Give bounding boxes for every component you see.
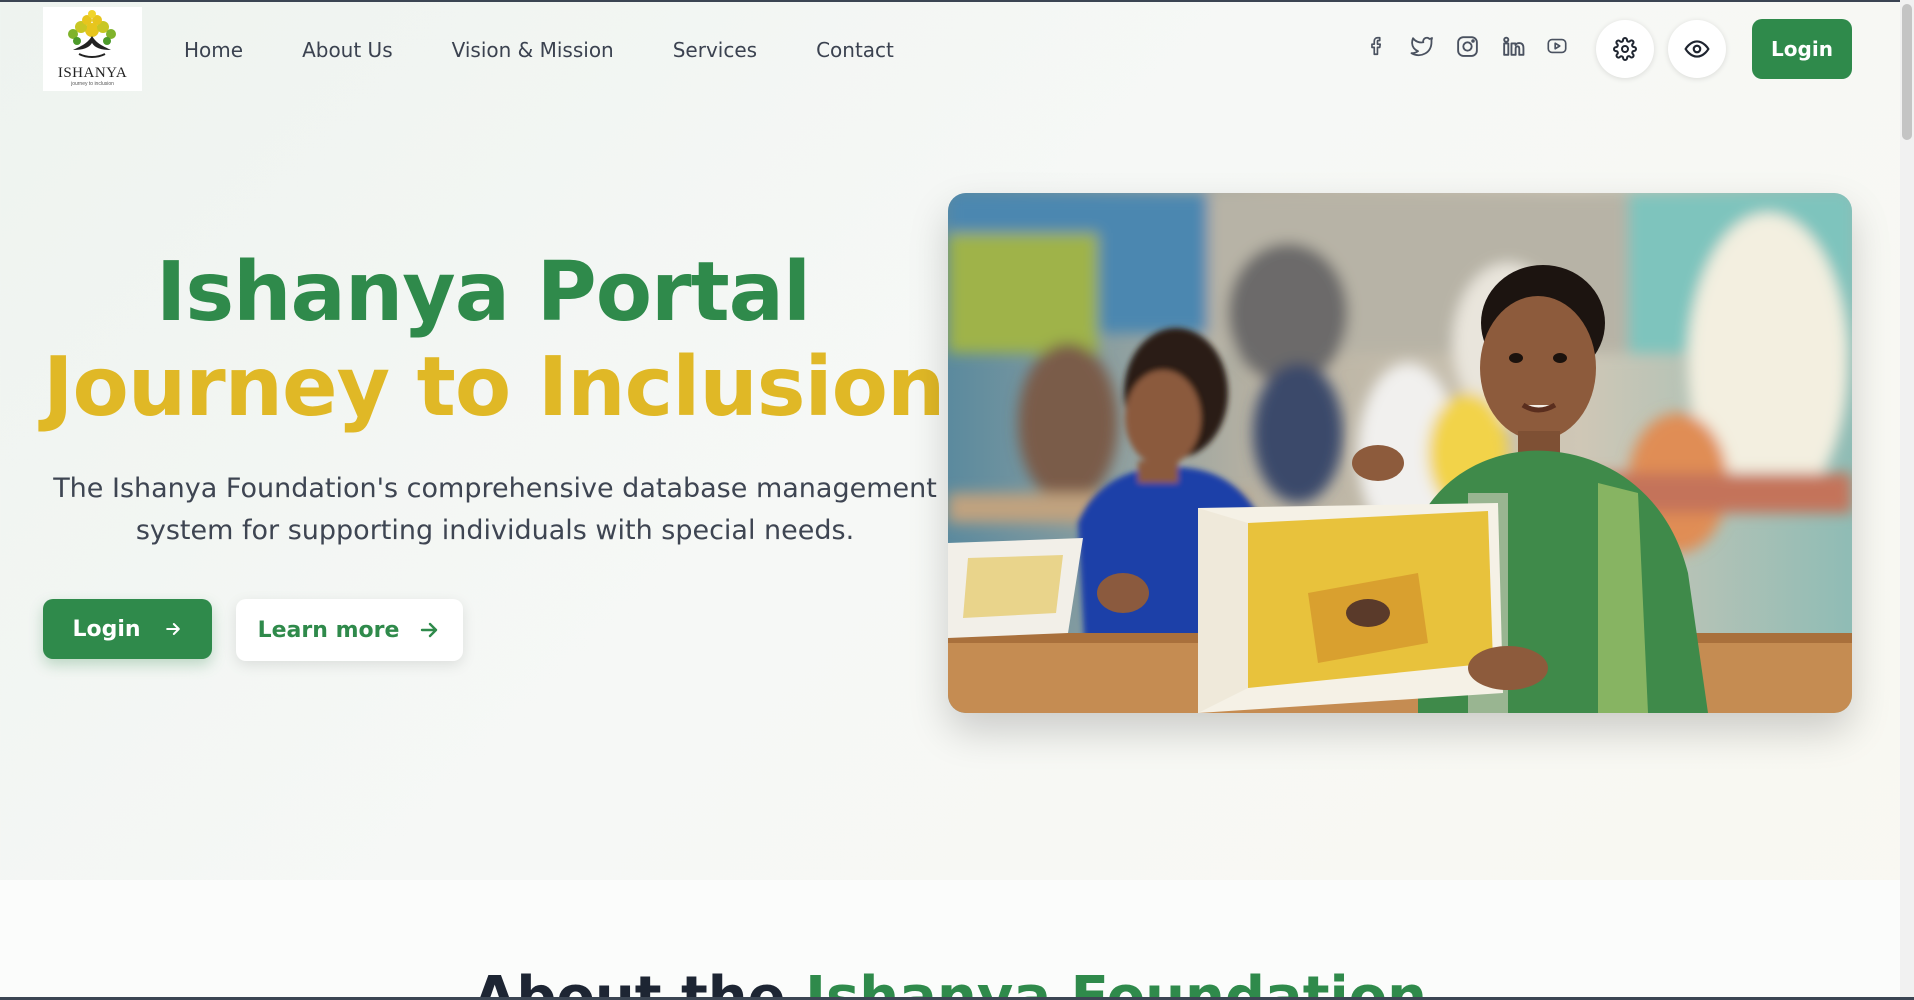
linkedin-icon[interactable] [1499,33,1525,59]
instagram-icon[interactable] [1454,33,1480,59]
ishanya-logo[interactable]: ISHANYA journey to inclusion [43,7,142,91]
logo-tree-icon [68,10,116,58]
hero-image-children-reading [948,193,1852,713]
hero-description: The Ishanya Foundation's comprehensive d… [53,473,937,546]
logo-tagline: journey to inclusion [71,81,114,87]
nav-home[interactable]: Home [184,38,243,62]
hero-title-line-1: Ishanya Portal [155,245,811,340]
nav-vision-mission[interactable]: Vision & Mission [452,38,614,62]
header-login-button[interactable]: Login [1752,19,1852,79]
site-header: ISHANYA journey to inclusion Home About … [0,0,1900,100]
learn-more-button[interactable]: Learn more [236,599,463,661]
twitter-icon[interactable] [1409,33,1435,59]
accessibility-view-button[interactable] [1668,20,1726,78]
arrow-right-icon [165,623,180,635]
arrow-right-icon [421,622,438,638]
hero-login-label: Login [72,616,141,642]
nav-services[interactable]: Services [673,38,757,62]
nav-about-us[interactable]: About Us [302,38,393,62]
facebook-icon[interactable] [1364,33,1390,59]
scrollbar-track[interactable] [1900,0,1914,1000]
scrollbar-thumb[interactable] [1902,4,1912,140]
page: ISHANYA journey to inclusion Home About … [0,0,1900,1000]
logo-wordmark: ISHANYA [57,65,128,81]
gear-icon [1613,37,1637,61]
learn-more-label: Learn more [257,617,400,643]
social-links [1364,33,1589,59]
settings-button[interactable] [1596,20,1654,78]
about-title-dark: About the [472,965,786,1000]
about-title-green: Ishanya Foundation [805,965,1427,1000]
nav-contact[interactable]: Contact [816,38,894,62]
eye-icon [1684,40,1710,58]
hero-title-line-2: Journey to Inclusion [43,340,945,435]
main-nav: Home About Us Vision & Mission Services … [184,38,953,62]
hero-login-button[interactable]: Login [43,599,212,659]
about-section-title: About the Ishanya Foundation [0,965,1900,1000]
youtube-icon[interactable] [1544,33,1570,59]
